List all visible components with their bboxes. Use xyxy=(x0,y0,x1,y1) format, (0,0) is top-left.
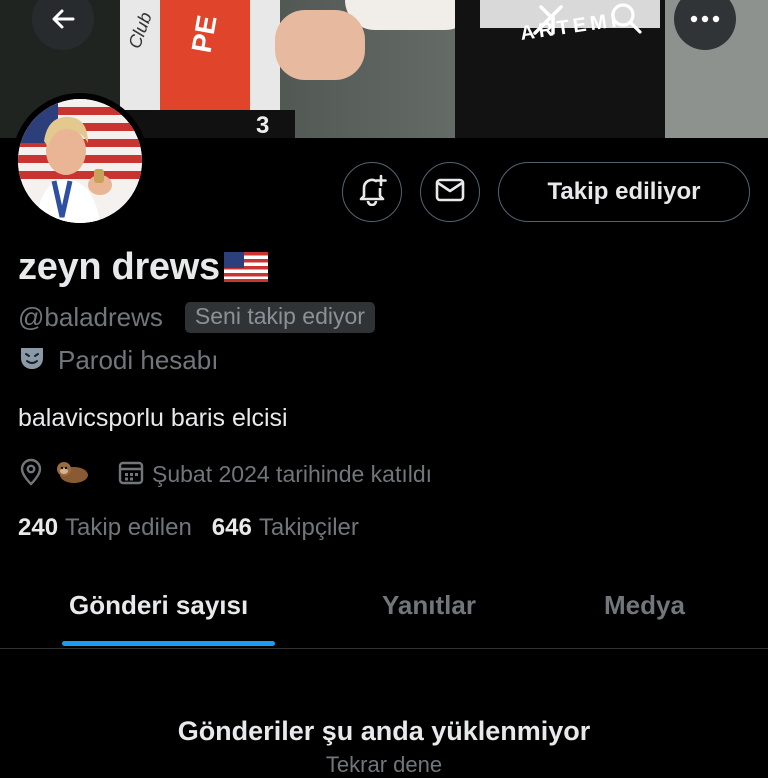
arrow-left-icon xyxy=(49,5,77,33)
bio: balavicsporlu baris elcisi xyxy=(18,404,288,432)
active-tab-indicator xyxy=(62,641,275,646)
us-flag-icon xyxy=(223,252,268,287)
location-pin-icon xyxy=(18,458,44,491)
grok-icon xyxy=(531,3,565,42)
handle-row: @baladrews Seni takip ediyor xyxy=(18,302,375,333)
jersey-text: 3 xyxy=(256,112,270,138)
display-name: zeyn drews xyxy=(18,246,220,288)
tab-media[interactable]: Medya xyxy=(604,590,685,621)
follow-stats: 240 Takip edilen 646 Takipçiler xyxy=(18,514,359,542)
theater-mask-icon xyxy=(18,344,46,377)
profile-meta-row: Şubat 2024 tarihinde katıldı xyxy=(18,458,432,490)
message-button[interactable] xyxy=(420,162,480,222)
follows-you-badge: Seni takip ediyor xyxy=(184,302,375,333)
notify-button[interactable] xyxy=(342,162,402,222)
avatar[interactable] xyxy=(12,93,148,229)
following-label: Takip edilen xyxy=(65,514,192,541)
search-button[interactable] xyxy=(604,0,648,40)
jersey-text: PE xyxy=(185,12,223,56)
parody-label: Parodi hesabı xyxy=(58,345,219,375)
parody-label-row: Parodi hesabı xyxy=(18,344,218,377)
bell-plus-icon xyxy=(357,174,387,211)
following-link[interactable]: 240 Takip edilen xyxy=(18,514,192,542)
followers-label: Takipçiler xyxy=(258,514,359,541)
following-count: 240 xyxy=(18,514,59,541)
following-button[interactable]: Takip ediliyor xyxy=(498,162,750,222)
grok-button[interactable] xyxy=(528,2,568,42)
retry-button[interactable]: Tekrar dene xyxy=(0,752,768,778)
followers-count: 646 xyxy=(211,514,252,541)
avatar-image xyxy=(18,99,142,223)
search-icon xyxy=(609,1,643,40)
envelope-icon xyxy=(435,178,465,207)
display-name-row: zeyn drews xyxy=(18,246,268,289)
tab-posts[interactable]: Gönderi sayısı xyxy=(69,590,248,621)
followers-link[interactable]: 646 Takipçiler xyxy=(212,514,359,542)
handle: @baladrews xyxy=(18,302,163,332)
tab-replies[interactable]: Yanıtlar xyxy=(382,590,476,621)
profile-tabs: Gönderi sayısı Yanıtlar Medya xyxy=(0,570,768,649)
feed-error-title: Gönderiler şu anda yüklenmiyor xyxy=(177,716,591,746)
otter-emoji-icon xyxy=(54,459,90,490)
more-dots-icon xyxy=(690,15,720,23)
joined-date: Şubat 2024 tarihinde katıldı xyxy=(152,460,433,487)
calendar-icon xyxy=(118,459,144,490)
